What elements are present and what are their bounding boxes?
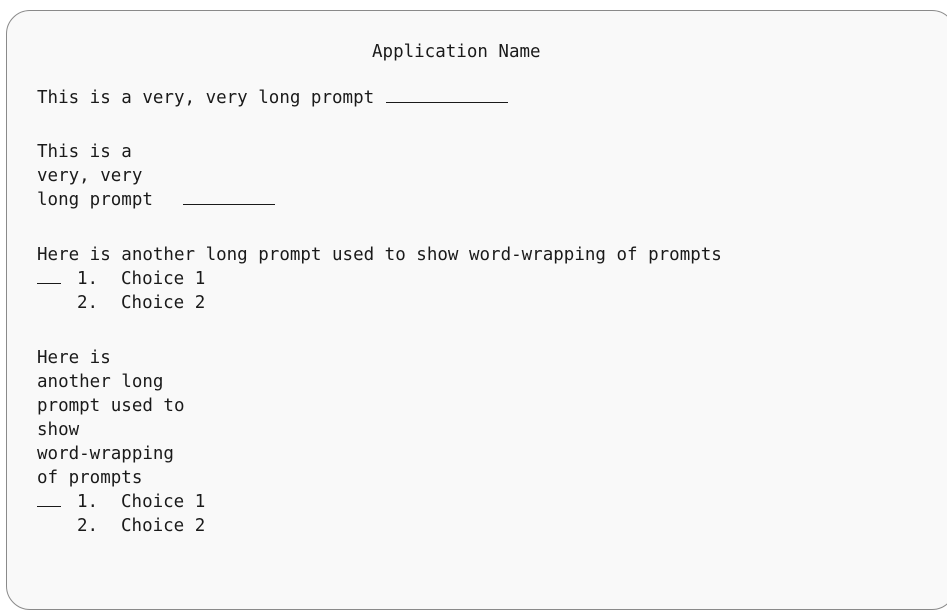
prompt-4-choice-row-2: 2. Choice 2	[77, 515, 205, 537]
prompt-2-label-line-1: This is a	[37, 142, 132, 162]
prompt-1-label: This is a very, very long prompt	[37, 88, 375, 108]
prompt-2-input[interactable]	[182, 189, 275, 205]
prompt-4-selection-input[interactable]	[37, 492, 61, 507]
choice-label: Choice 2	[121, 293, 206, 313]
choice-label: Choice 1	[121, 269, 206, 289]
choice-number: 1.	[77, 269, 99, 289]
prompt-4-choice-row-1: 1. Choice 1	[37, 491, 205, 513]
choice-label: Choice 1	[121, 492, 206, 512]
prompt-4-label-line-1: Here is	[37, 348, 111, 368]
prompt-2-label-line-2: very, very	[37, 166, 143, 186]
prompt-4-label-line-2: another long	[37, 372, 164, 392]
prompt-4-label-line-5: word-wrapping	[37, 444, 174, 464]
choice-number: 2.	[77, 293, 99, 313]
prompt-2-label-line-3: long prompt	[37, 190, 153, 210]
choice-label: Choice 2	[121, 516, 206, 536]
choice-number: 2.	[77, 516, 99, 536]
prompt-4-label-line-4: show	[37, 420, 80, 440]
screen-title: Application Name	[372, 42, 541, 62]
prompt-4-label-line-3: prompt used to	[37, 396, 185, 416]
choice-number: 1.	[77, 492, 99, 512]
prompt-1-input[interactable]	[386, 87, 509, 103]
prompt-2-row: long prompt	[37, 189, 275, 211]
prompt-3-selection-input[interactable]	[37, 269, 61, 284]
prompt-3-choice-row-2: 2. Choice 2	[77, 292, 205, 314]
display-screen: Application Name This is a very, very lo…	[6, 10, 947, 610]
prompt-3-label: Here is another long prompt used to show…	[37, 245, 722, 265]
prompt-3-choice-row-1: 1. Choice 1	[37, 268, 205, 290]
prompt-1-row: This is a very, very long prompt	[37, 87, 509, 109]
prompt-4-label-line-6: of prompts	[37, 468, 143, 488]
